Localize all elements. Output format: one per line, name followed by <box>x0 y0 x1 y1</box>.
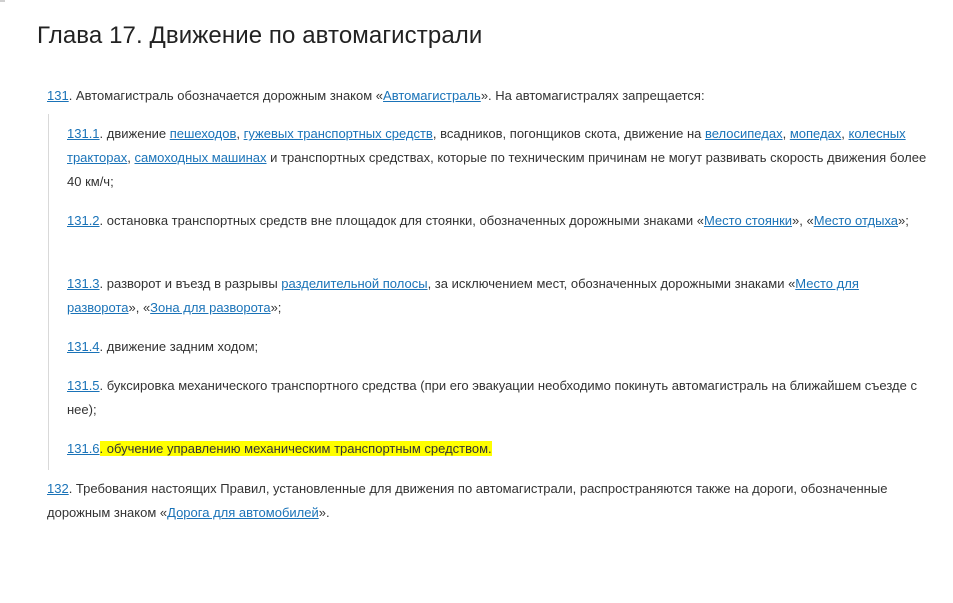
sign-link-road-for-cars[interactable]: Дорога для автомобилей <box>167 505 319 520</box>
chapter-title: Глава 17. Движение по автомагистрали <box>37 22 483 49</box>
term-link-self-propelled[interactable]: самоходных машинах <box>134 150 266 165</box>
subitem-text: », « <box>128 300 151 315</box>
subitem-number-link[interactable]: 131.5 <box>67 378 100 393</box>
subitem-131-5: 131.5. буксировка механического транспор… <box>67 374 929 422</box>
paragraph-text: ». На автомагистралях запрещается: <box>480 88 705 103</box>
corner-mark <box>0 0 5 2</box>
highlighted-text: . обучение управлению механическим транс… <box>99 441 492 456</box>
subitem-text: . остановка транспортных средств вне пло… <box>99 213 704 228</box>
subitem-number-link[interactable]: 131.4 <box>67 339 100 354</box>
subitem-text: . разворот и въезд в разрывы <box>99 276 282 291</box>
subitem-number-link[interactable]: 131.1 <box>67 126 100 141</box>
subitem-text: », « <box>792 213 814 228</box>
subitem-text: , всадников, погонщиков скота, движение … <box>432 126 705 141</box>
sign-link-motorway[interactable]: Автомагистраль <box>383 88 481 103</box>
term-link-bicycles[interactable]: велосипедах <box>705 126 783 141</box>
subitem-list: 131.1. движение пешеходов, гужевых транс… <box>48 114 939 470</box>
paragraph-number-link[interactable]: 131 <box>47 88 69 103</box>
subitem-131-1: 131.1. движение пешеходов, гужевых транс… <box>67 122 929 194</box>
subitem-text: . движение задним ходом; <box>99 339 259 354</box>
subitem-text: »; <box>898 213 909 228</box>
paragraph-number-link[interactable]: 132 <box>47 481 69 496</box>
subitem-text: , <box>841 126 849 141</box>
subitem-text: , за исключением мест, обозначенных доро… <box>427 276 796 291</box>
subitem-131-6: 131.6. обучение управлению механическим … <box>67 437 929 461</box>
term-link-horse-drawn[interactable]: гужевых транспортных средств <box>244 126 433 141</box>
term-link-median[interactable]: разделительной полосы <box>281 276 427 291</box>
subitem-131-4: 131.4. движение задним ходом; <box>67 335 929 359</box>
paragraph-131: 131. Автомагистраль обозначается дорожны… <box>47 84 927 108</box>
subitem-text: . движение <box>99 126 170 141</box>
subitem-number-link[interactable]: 131.6 <box>67 441 100 456</box>
paragraph-text: . Автомагистраль обозначается дорожным з… <box>68 88 384 103</box>
subitem-text: , <box>782 126 790 141</box>
subitem-number-link[interactable]: 131.3 <box>67 276 100 291</box>
subitem-131-3: 131.3. разворот и въезд в разрывы раздел… <box>67 272 929 320</box>
sign-link-u-turn-zone[interactable]: Зона для разворота <box>150 300 270 315</box>
sign-link-parking[interactable]: Место стоянки <box>704 213 792 228</box>
subitem-text: »; <box>270 300 282 315</box>
sign-link-rest-area[interactable]: Место отдыха <box>814 213 898 228</box>
subitem-text: . буксировка механического транспортного… <box>67 378 917 417</box>
subitem-text: , <box>236 126 244 141</box>
term-link-pedestrians[interactable]: пешеходов <box>170 126 237 141</box>
term-link-mopeds[interactable]: мопедах <box>790 126 841 141</box>
paragraph-text: ». <box>318 505 330 520</box>
paragraph-132: 132. Требования настоящих Правил, устано… <box>47 477 927 525</box>
subitem-131-2: 131.2. остановка транспортных средств вн… <box>67 209 929 233</box>
subitem-number-link[interactable]: 131.2 <box>67 213 100 228</box>
